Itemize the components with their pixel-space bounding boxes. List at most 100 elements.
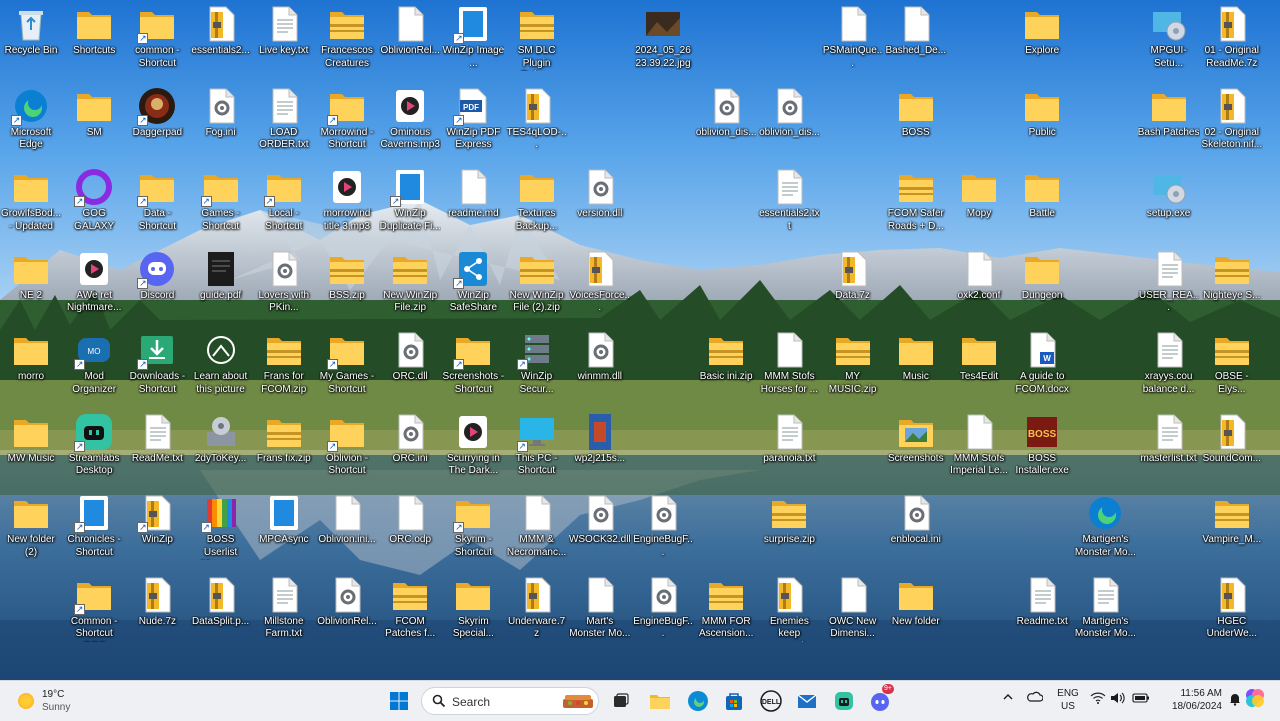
desktop-icon-morrowind-title-3-mp3[interactable]: morrowind title 3.mp3 — [316, 164, 378, 242]
desktop-icon-live-key-txt[interactable]: Live key.txt — [253, 1, 315, 79]
desktop-icon-xrayys-cou-balance-d[interactable]: xrayys.cou balance d... — [1138, 327, 1200, 405]
desktop-icon-morro[interactable]: morro — [0, 327, 62, 405]
desktop-icon-new-winzip-file-zip[interactable]: New WinZip File.zip — [379, 246, 441, 324]
desktop-icon-01-original-readme-7z[interactable]: 01 - Original ReadMe.7z — [1201, 1, 1263, 79]
input-language-indicator[interactable]: ENG US — [1056, 687, 1080, 713]
desktop-icon-awe-ret-nightmare[interactable]: AWe ret Nightmare... — [63, 246, 125, 324]
desktop-icon-nighteye-s[interactable]: Nighteye S... — [1201, 246, 1263, 324]
desktop-icon-winmm-dll[interactable]: winmm.dll — [569, 327, 631, 405]
desktop-icon-martigen-s-monster-mo[interactable]: Martigen's Monster Mo... — [1074, 572, 1136, 650]
desktop-icon-02-original-skeleton-nif[interactable]: 02 - Original Skeleton.nif... — [1201, 83, 1263, 161]
desktop-icon-winzip-safeshare[interactable]: ↗ WinZip SafeShare — [442, 246, 504, 324]
desktop-icon-paranoia-txt[interactable]: paranoia.txt — [758, 409, 820, 487]
desktop-icon-oblivion-ini[interactable]: Oblivion.ini... — [316, 490, 378, 568]
desktop-icon-masterlist-txt[interactable]: masterlist.txt — [1138, 409, 1200, 487]
desktop-icon-boss-installer-exe[interactable]: BOSS BOSS Installer.exe — [1011, 409, 1073, 487]
desktop-icon-oblivionrel[interactable]: OblivionRel... — [316, 572, 378, 650]
desktop-icon-morrowind-shortcut[interactable]: ↗ Morrowind - Shortcut — [316, 83, 378, 161]
desktop-icon-new-folder-2[interactable]: New folder (2) — [0, 490, 62, 568]
desktop-icon-bashed-de[interactable]: Bashed_De... — [885, 1, 947, 79]
desktop-icon-tes4qlod[interactable]: TES4qLOD-... — [506, 83, 568, 161]
desktop-icon-oblivion-dis[interactable]: oblivion_dis... — [758, 83, 820, 161]
desktop-icon-textures-backup[interactable]: Textures Backup... — [506, 164, 568, 242]
desktop-icon-mmm-stofs-imperial-le[interactable]: MMM Stofs Imperial Le... — [948, 409, 1010, 487]
desktop-icon-francescos-creatures-an[interactable]: Francescos Creatures an... — [316, 1, 378, 79]
desktop-icon-new-folder[interactable]: New folder — [885, 572, 947, 650]
desktop-icon-dungeon[interactable]: Dungeon — [1011, 246, 1073, 324]
desktop-icon-frans-for-fcom-zip[interactable]: Frans for FCOM.zip — [253, 327, 315, 405]
desktop-icon-hgec-underwe[interactable]: HGEC UnderWe... — [1201, 572, 1263, 650]
desktop-icon-boss-userlist-manager[interactable]: ↗BOSS Userlist Manager — [190, 490, 252, 568]
desktop-icon-enginebugf[interactable]: EngineBugF... — [632, 490, 694, 568]
dell-button[interactable]: DELL — [757, 687, 785, 715]
desktop-icon-chronicles-shortcut[interactable]: ↗ Chronicles - Shortcut — [63, 490, 125, 568]
desktop-icon-orc-dll[interactable]: ORC.dll — [379, 327, 441, 405]
desktop-icon-daggerpad[interactable]: ↗ Daggerpad — [126, 83, 188, 161]
desktop-icon-mmm-stofs-horses-for[interactable]: MMM Stofs Horses for ... — [758, 327, 820, 405]
desktop-icon-mmm-for-ascension[interactable]: MMM FOR Ascension... — [695, 572, 757, 650]
desktop-icon-screenshots-shortcut[interactable]: ↗ Screenshots - Shortcut — [442, 327, 504, 405]
desktop-icon-fcom-patches-f[interactable]: FCOM Patches f... — [379, 572, 441, 650]
file-explorer-button[interactable] — [646, 687, 674, 715]
desktop-icon-discord[interactable]: ↗ Discord — [126, 246, 188, 324]
desktop-icon-mpcasync[interactable]: MPCAsync — [253, 490, 315, 568]
desktop-icon-tes4edit[interactable]: Tes4Edit — [948, 327, 1010, 405]
edge-taskbar-button[interactable] — [684, 687, 712, 715]
mail-button[interactable] — [793, 687, 821, 715]
desktop-icon-public[interactable]: Public — [1011, 83, 1073, 161]
desktop-icon-growlfsbod-updated[interactable]: GrowlfsBod... - Updated — [0, 164, 62, 242]
desktop-icon-oblivion-dis[interactable]: oblivion_dis... — [695, 83, 757, 161]
desktop-icon-orc-odp[interactable]: ORC.odp — [379, 490, 441, 568]
onedrive-icon[interactable] — [1027, 691, 1044, 706]
desktop-icon-setup-exe[interactable]: setup.exe — [1138, 164, 1200, 242]
desktop-icon-learn-about-this-picture[interactable]: Learn about this picture — [190, 327, 252, 405]
task-view-button[interactable] — [607, 687, 635, 715]
chevron-up-icon[interactable] — [1002, 692, 1014, 705]
desktop-icon-shortcuts[interactable]: Shortcuts — [63, 1, 125, 79]
desktop-icon-mpgui-setu[interactable]: MPGUI-Setu... — [1138, 1, 1200, 79]
desktop-icon-my-games-shortcut[interactable]: ↗ My Games - Shortcut — [316, 327, 378, 405]
desktop-icon-frans-fix-zip[interactable]: Frans fix.zip — [253, 409, 315, 487]
battery-icon[interactable] — [1132, 692, 1150, 707]
desktop-icon-this-pc-shortcut[interactable]: ↗ This PC - Shortcut — [506, 409, 568, 487]
desktop-icon-fcom-safer-roads-d[interactable]: FCOM Safer Roads + D... — [885, 164, 947, 242]
desktop-icon-mod-organizer[interactable]: MO ↗ Mod Organizer — [63, 327, 125, 405]
desktop-icon-orc-ini[interactable]: ORC.ini — [379, 409, 441, 487]
desktop-icon-enginebugf[interactable]: EngineBugF... — [632, 572, 694, 650]
desktop-icon-fog-ini[interactable]: Fog.ini — [190, 83, 252, 161]
desktop-icon-underware-7z[interactable]: Underware.7z — [506, 572, 568, 650]
desktop-icon-recycle-bin[interactable]: Recycle Bin — [0, 1, 62, 79]
desktop-icon-streamlabs-desktop[interactable]: ↗ Streamlabs Desktop — [63, 409, 125, 487]
desktop-icon-mart-s-monster-mo[interactable]: Mart's Monster Mo... — [569, 572, 631, 650]
desktop-icon-basic-ini-zip[interactable]: Basic ini.zip — [695, 327, 757, 405]
wifi-icon[interactable] — [1090, 692, 1106, 707]
desktop-icon-common-shortcut-gog[interactable]: ↗Common - Shortcut GOG — [63, 572, 125, 650]
volume-icon[interactable] — [1110, 692, 1126, 707]
desktop-icon-vampire-m[interactable]: Vampire_M... — [1201, 490, 1263, 568]
desktop-icon-guide-pdf[interactable]: guide.pdf — [190, 246, 252, 324]
desktop-icon-boss[interactable]: BOSS — [885, 83, 947, 161]
desktop-icon-wp2j215s[interactable]: wp2j215s... — [569, 409, 631, 487]
desktop-icon-voicesforce[interactable]: VoicesForce... — [569, 246, 631, 324]
desktop-icon-datasplit-p[interactable]: DataSplit.p... — [190, 572, 252, 650]
desktop-icon-owc-new-dimensi[interactable]: OWC New Dimensi... — [822, 572, 884, 650]
desktop-icon-gog-galaxy[interactable]: ↗ GOG GALAXY — [63, 164, 125, 242]
desktop-icon-mopy[interactable]: Mopy — [948, 164, 1010, 242]
discord-taskbar-button[interactable]: 9+ — [866, 684, 894, 715]
desktop-icon-winzip-secur[interactable]: ↗ WinZip Secur... — [506, 327, 568, 405]
weather-widget[interactable]: 19°C Sunny — [14, 687, 104, 717]
desktop-icon-soundcom[interactable]: SoundCom... — [1201, 409, 1263, 487]
desktop-icon-skyrim-special[interactable]: Skyrim Special... — [442, 572, 504, 650]
desktop-icon-skyrim-shortcut[interactable]: ↗ Skyrim - Shortcut — [442, 490, 504, 568]
desktop-icon-new-winzip-file-2-zip[interactable]: New WinZip File (2).zip — [506, 246, 568, 324]
desktop-icon-winzip[interactable]: ↗ WinZip — [126, 490, 188, 568]
desktop-icon-user-rea[interactable]: USER_REA... — [1138, 246, 1200, 324]
desktop-icon-mmm-necromanc[interactable]: MMM & Necromanc... — [506, 490, 568, 568]
desktop-icon-winzip-duplicate-fi[interactable]: ↗ WinZip Duplicate Fi... — [379, 164, 441, 242]
desktop-icon-martigen-s-monster-mo[interactable]: Martigen's Monster Mo... — [1074, 490, 1136, 568]
desktop-icon-screenshots[interactable]: Screenshots — [885, 409, 947, 487]
desktop-icon-nude-7z[interactable]: Nude.7z — [126, 572, 188, 650]
desktop-icon-ne-2[interactable]: NE 2 — [0, 246, 62, 324]
desktop-icon-winzip-image[interactable]: ↗ WinZip Image ... — [442, 1, 504, 79]
desktop-icon-essentials2[interactable]: essentials2... — [190, 1, 252, 79]
